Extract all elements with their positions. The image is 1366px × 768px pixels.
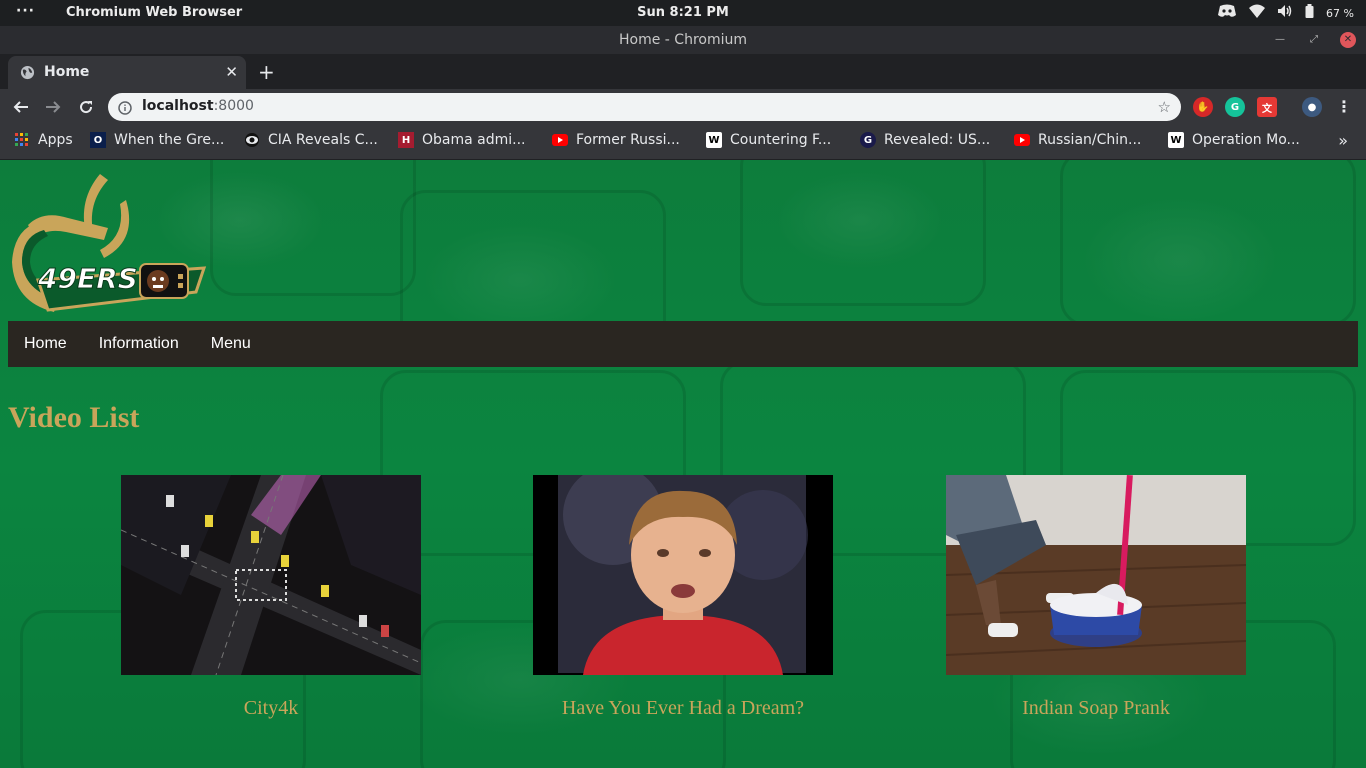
background-tv: [210, 160, 416, 296]
bookmark-label: Revealed: US...: [884, 132, 991, 148]
background-tv: [740, 160, 986, 306]
site-navbar: Home Information Menu: [8, 321, 1358, 367]
background-tv: [1060, 160, 1356, 326]
browser-toolbar: localhost:8000 ☆ ✋ G 文 ● ⋮: [0, 89, 1366, 125]
youtube-icon: [552, 132, 568, 148]
apps-grid-icon: [14, 132, 30, 148]
new-tab-button[interactable]: +: [258, 60, 275, 84]
bookmark-label: CIA Reveals C...: [268, 132, 378, 148]
system-tray[interactable]: 67 %: [1217, 4, 1354, 22]
reload-button[interactable]: [75, 96, 97, 118]
bookmarks-bar: Apps O When the Gre... CIA Reveals C... …: [0, 125, 1366, 160]
chrome-menu-icon[interactable]: ⋮: [1336, 97, 1352, 116]
bookmark-item[interactable]: W Countering F...: [706, 132, 831, 148]
bookmark-label: When the Gre...: [114, 132, 225, 148]
harvard-shield-icon: H: [398, 132, 414, 148]
restore-button[interactable]: ⤢: [1306, 32, 1322, 48]
bookmark-label: Former Russi...: [576, 132, 680, 148]
nav-home-link[interactable]: Home: [8, 321, 83, 367]
close-window-button[interactable]: ✕: [1340, 32, 1356, 48]
video-title[interactable]: City4k: [121, 697, 421, 720]
close-tab-icon[interactable]: ✕: [225, 63, 238, 81]
volume-icon: [1277, 4, 1293, 22]
activities-button[interactable]: ···: [16, 3, 35, 19]
tab-home[interactable]: Home ✕: [8, 56, 246, 89]
video-card[interactable]: Indian Soap Prank: [946, 475, 1246, 720]
bookmark-label: Operation Mo...: [1192, 132, 1300, 148]
bookmark-item[interactable]: G Revealed: US...: [860, 132, 990, 148]
bookmark-item[interactable]: W Operation Mo...: [1168, 132, 1300, 148]
video-thumbnail-dream[interactable]: [533, 475, 833, 675]
bookmark-item[interactable]: CIA Reveals C...: [244, 132, 378, 148]
url-text[interactable]: localhost:8000: [142, 98, 254, 114]
logo-text: 49ERS: [37, 262, 138, 295]
profile-avatar[interactable]: ●: [1302, 97, 1322, 117]
bookmark-star-icon[interactable]: ☆: [1158, 98, 1171, 116]
apps-shortcut[interactable]: Apps: [14, 132, 73, 148]
bookmark-item[interactable]: H Obama admi...: [398, 132, 526, 148]
cbs-eye-icon: [244, 132, 260, 148]
os-top-bar: ··· Chromium Web Browser Sun 8:21 PM 67 …: [0, 0, 1366, 26]
window-titlebar[interactable]: Home - Chromium — ⤢ ✕: [0, 26, 1366, 54]
wifi-icon: [1249, 4, 1266, 22]
bookmark-label: Obama admi...: [422, 132, 526, 148]
apps-label: Apps: [38, 132, 73, 148]
globe-icon: [20, 65, 35, 84]
discord-icon[interactable]: [1217, 4, 1237, 22]
video-title[interactable]: Indian Soap Prank: [946, 697, 1246, 720]
youtube-icon: [1014, 132, 1030, 148]
bookmark-item[interactable]: O When the Gre...: [90, 132, 224, 148]
bookmark-label: Russian/Chin...: [1038, 132, 1142, 148]
back-button[interactable]: [10, 96, 32, 118]
address-bar[interactable]: localhost:8000 ☆: [108, 93, 1181, 121]
bookmark-item[interactable]: Russian/Chin...: [1014, 132, 1141, 148]
video-title[interactable]: Have You Ever Had a Dream?: [533, 697, 833, 720]
nav-information-link[interactable]: Information: [83, 321, 195, 367]
video-card[interactable]: City4k: [121, 475, 421, 720]
bookmark-item[interactable]: Former Russi...: [552, 132, 680, 148]
tab-strip: Home ✕ +: [0, 54, 1366, 89]
forward-button[interactable]: [42, 96, 64, 118]
translate-extension-icon[interactable]: 文: [1257, 97, 1277, 117]
battery-percent: 67 %: [1326, 6, 1354, 20]
o-favicon-icon: O: [90, 132, 106, 148]
window-title: Home - Chromium: [619, 32, 747, 48]
video-card[interactable]: Have You Ever Had a Dream?: [533, 475, 833, 720]
bookmark-label: Countering F...: [730, 132, 832, 148]
web-page: 49ERS Home Information Menu Video List C…: [0, 160, 1366, 768]
video-thumbnail-soap[interactable]: [946, 475, 1246, 675]
info-icon[interactable]: [118, 100, 132, 119]
battery-icon: [1305, 4, 1314, 22]
guardian-icon: G: [860, 132, 876, 148]
grammarly-extension-icon[interactable]: G: [1225, 97, 1245, 117]
more-bookmarks-chevron-icon[interactable]: »: [1338, 131, 1348, 150]
video-thumbnail-city[interactable]: [121, 475, 421, 675]
wikipedia-icon: W: [1168, 132, 1184, 148]
wikipedia-icon: W: [706, 132, 722, 148]
site-logo[interactable]: 49ERS: [8, 170, 208, 320]
minimize-button[interactable]: —: [1272, 32, 1288, 48]
adblock-extension-icon[interactable]: ✋: [1193, 97, 1213, 117]
page-title: Video List: [8, 401, 140, 434]
app-menu[interactable]: Chromium Web Browser: [66, 5, 242, 20]
tab-title: Home: [44, 64, 90, 80]
nav-menu-link[interactable]: Menu: [195, 321, 267, 367]
